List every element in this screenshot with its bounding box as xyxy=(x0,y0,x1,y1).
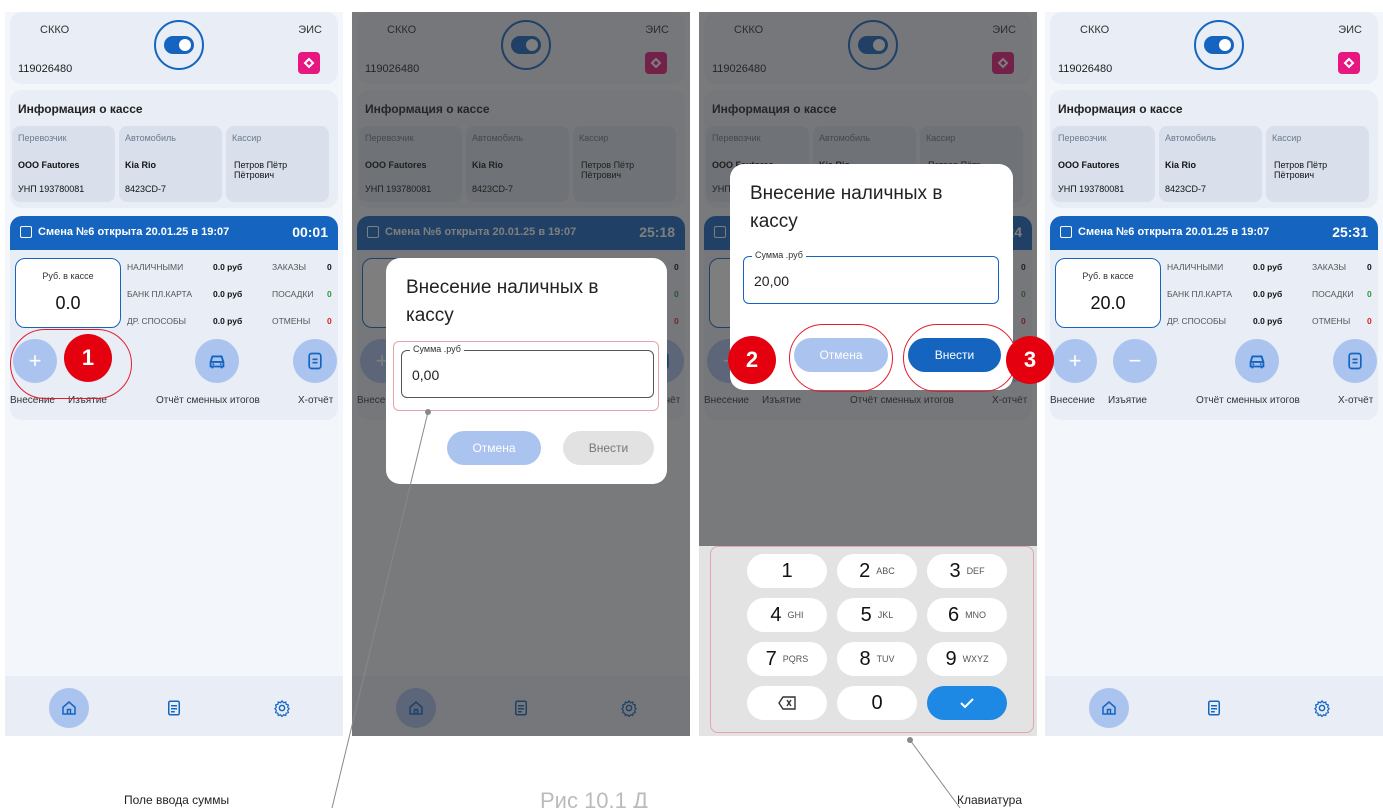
callout-line xyxy=(331,411,429,809)
callout-lines xyxy=(331,409,961,809)
keyboard-caption: Клавиатура xyxy=(957,793,1022,807)
callout-dot xyxy=(425,409,431,415)
amount-field-caption: Поле ввода суммы xyxy=(124,793,230,807)
figure-caption: Рис 10.1 Д xyxy=(540,788,648,808)
stage: СККО 119026480 ЭИС Информация о кассе Перево… xyxy=(0,0,1383,811)
callout-line xyxy=(909,739,961,809)
callout-dot xyxy=(907,737,913,743)
